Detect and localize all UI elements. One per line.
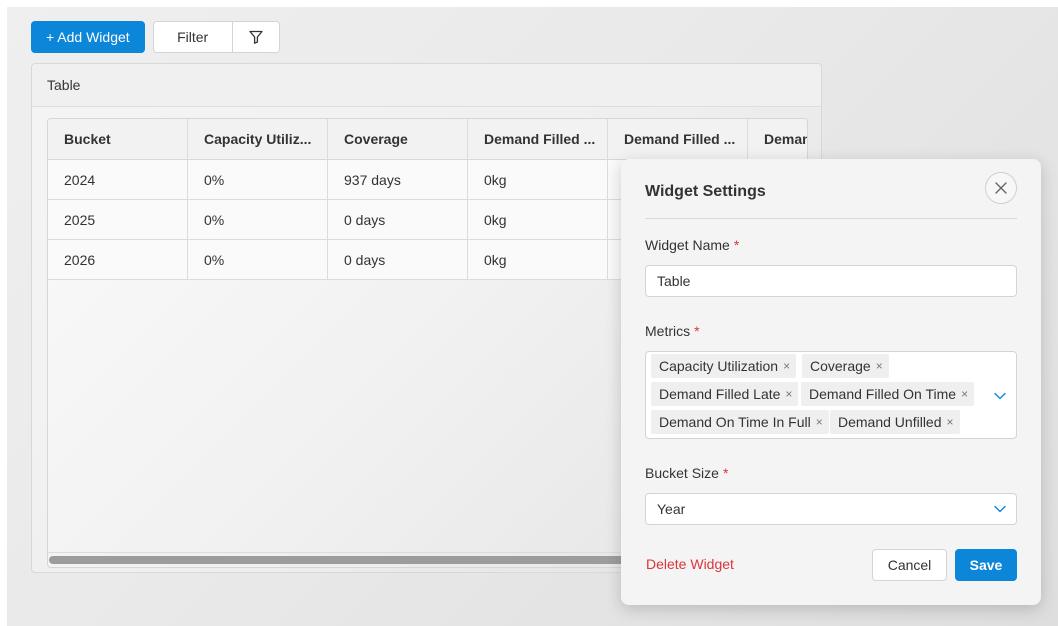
table-cell: 2026 — [48, 240, 188, 279]
scrollbar-thumb[interactable] — [49, 556, 669, 564]
table-cell: 0kg — [468, 200, 608, 239]
required-mark: * — [722, 465, 729, 481]
bucket-size-label-text: Bucket Size — [645, 465, 719, 481]
metric-tag: Demand Filled On Time × — [801, 382, 975, 406]
filter-button-group: Filter — [152, 21, 280, 53]
remove-tag-icon[interactable]: × — [785, 388, 792, 400]
required-mark: * — [694, 323, 700, 339]
metrics-multiselect[interactable]: Capacity Utilization × Coverage × Demand F… — [645, 351, 1017, 439]
table-cell: 937 days — [328, 160, 468, 199]
add-widget-button[interactable]: + Add Widget — [31, 21, 145, 53]
table-cell: 0kg — [468, 160, 608, 199]
column-header[interactable]: Bucket — [48, 119, 188, 159]
table-cell: 0 days — [328, 200, 468, 239]
metric-tag-label: Coverage — [810, 358, 871, 374]
metric-tag: Demand Filled Late × — [651, 382, 799, 406]
funnel-button[interactable] — [232, 22, 279, 52]
metric-tag: Demand On Time In Full × — [651, 410, 829, 434]
close-icon — [995, 182, 1007, 194]
toolbar: + Add Widget Filter — [31, 21, 280, 53]
modal-divider — [645, 218, 1017, 219]
modal-title: Widget Settings — [645, 183, 766, 200]
table-cell: 0kg — [468, 240, 608, 279]
metrics-label: Metrics * — [645, 323, 700, 339]
chevron-down-icon[interactable] — [992, 388, 1008, 404]
widget-title: Table — [32, 64, 821, 107]
metric-tag: Demand Unfilled × — [830, 410, 960, 434]
bucket-size-select[interactable]: Year — [645, 493, 1017, 525]
widget-name-label: Widget Name * — [645, 237, 739, 253]
chevron-down-icon[interactable] — [992, 501, 1008, 517]
column-header[interactable]: Deman — [748, 119, 807, 159]
column-header[interactable]: Demand Filled ... — [608, 119, 748, 159]
funnel-icon — [249, 30, 263, 44]
metric-tag-label: Capacity Utilization — [659, 358, 779, 374]
save-button[interactable]: Save — [955, 549, 1017, 581]
table-cell: 0% — [188, 160, 328, 199]
table-cell: 2024 — [48, 160, 188, 199]
table-cell: 0% — [188, 200, 328, 239]
required-mark: * — [733, 237, 740, 253]
metric-tag-label: Demand On Time In Full — [659, 414, 811, 430]
table-cell: 0 days — [328, 240, 468, 279]
remove-tag-icon[interactable]: × — [816, 416, 823, 428]
widget-name-input[interactable]: Table — [645, 265, 1017, 297]
column-header[interactable]: Demand Filled ... — [468, 119, 608, 159]
delete-widget-link[interactable]: Delete Widget — [646, 556, 734, 572]
metric-tag-label: Demand Filled Late — [659, 386, 781, 402]
remove-tag-icon[interactable]: × — [947, 416, 954, 428]
widget-settings-modal: Widget Settings Widget Name * Table Metri… — [621, 159, 1041, 605]
metric-tag: Coverage × — [802, 354, 889, 378]
remove-tag-icon[interactable]: × — [876, 360, 883, 372]
close-button[interactable] — [985, 172, 1017, 204]
table-cell: 2025 — [48, 200, 188, 239]
table-cell: 0% — [188, 240, 328, 279]
metric-tag-label: Demand Filled On Time — [809, 386, 957, 402]
bucket-size-value: Year — [657, 501, 686, 517]
metric-tag: Capacity Utilization × — [651, 354, 797, 378]
filter-button[interactable]: Filter — [153, 22, 233, 52]
remove-tag-icon[interactable]: × — [961, 388, 968, 400]
column-header[interactable]: Coverage — [328, 119, 468, 159]
column-header[interactable]: Capacity Utiliz... — [188, 119, 328, 159]
bucket-size-label: Bucket Size * — [645, 465, 728, 481]
remove-tag-icon[interactable]: × — [783, 360, 790, 372]
grid-header-row: Bucket Capacity Utiliz... Coverage Deman… — [48, 119, 807, 160]
widget-name-label-text: Widget Name — [645, 237, 730, 253]
metric-tag-label: Demand Unfilled — [838, 414, 942, 430]
cancel-button[interactable]: Cancel — [872, 549, 947, 581]
metrics-label-text: Metrics — [645, 323, 691, 339]
